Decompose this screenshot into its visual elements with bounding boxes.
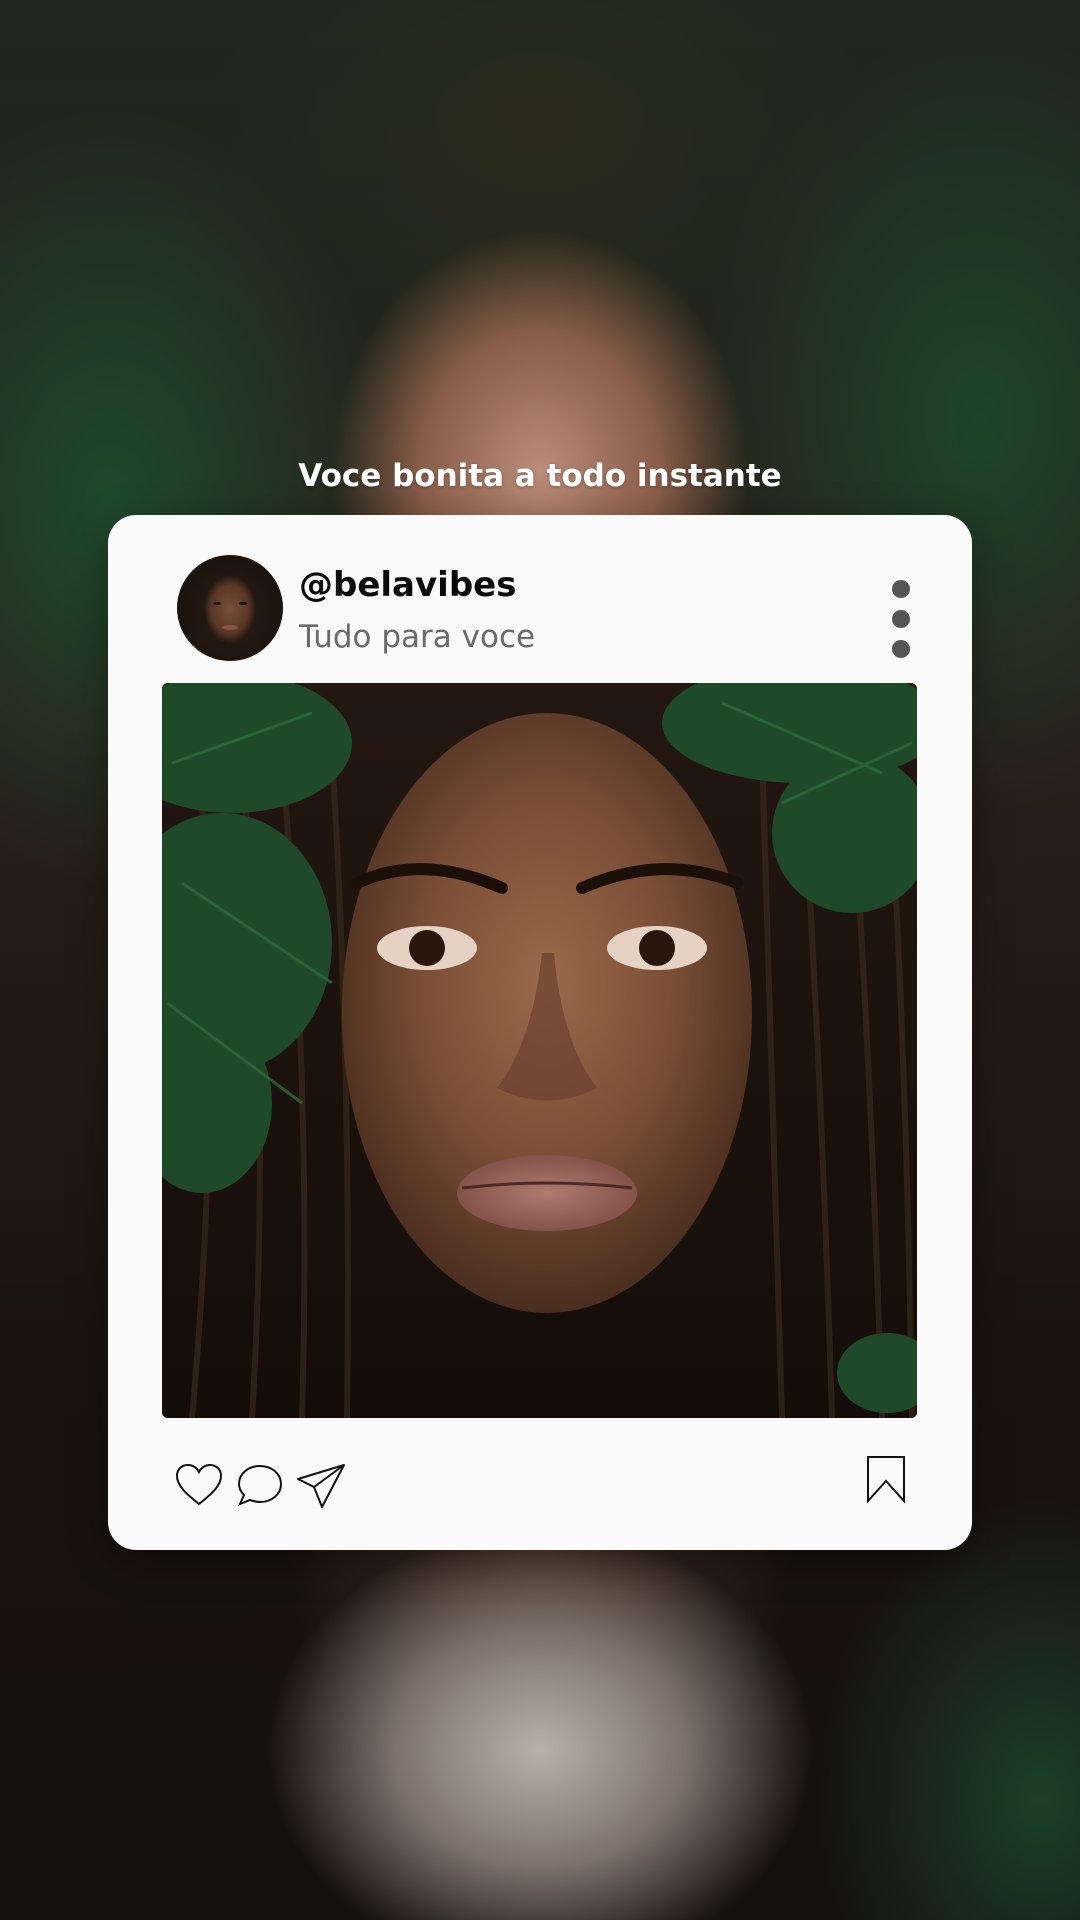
comment-bubble-icon xyxy=(237,1464,283,1506)
portrait-photo xyxy=(162,683,917,1418)
bookmark-icon xyxy=(867,1456,905,1504)
post-subtitle: Tudo para voce xyxy=(299,619,536,655)
vertical-ellipsis-icon xyxy=(892,610,910,628)
post-image[interactable] xyxy=(162,683,917,1418)
avatar-eye-right xyxy=(239,602,247,605)
vertical-ellipsis-icon xyxy=(892,580,910,598)
save-button[interactable] xyxy=(866,1455,906,1507)
share-button[interactable] xyxy=(296,1463,346,1513)
vertical-ellipsis-icon xyxy=(892,640,910,658)
avatar-eye-left xyxy=(213,602,221,605)
headline-text: Voce bonita a todo instante xyxy=(298,458,782,494)
post-card: @belavibes Tudo para voce xyxy=(108,515,972,1550)
post-username[interactable]: @belavibes xyxy=(299,565,516,605)
comment-button[interactable] xyxy=(236,1463,284,1511)
like-button[interactable] xyxy=(175,1463,223,1511)
paper-plane-icon xyxy=(297,1464,345,1508)
heart-icon xyxy=(175,1463,223,1506)
more-options-button[interactable] xyxy=(889,580,913,660)
avatar-lips xyxy=(222,625,238,630)
post-actions-bar xyxy=(108,1456,972,1523)
avatar[interactable] xyxy=(177,555,283,661)
story-canvas: Voce bonita a todo instante @belavibes T… xyxy=(0,0,1080,1920)
